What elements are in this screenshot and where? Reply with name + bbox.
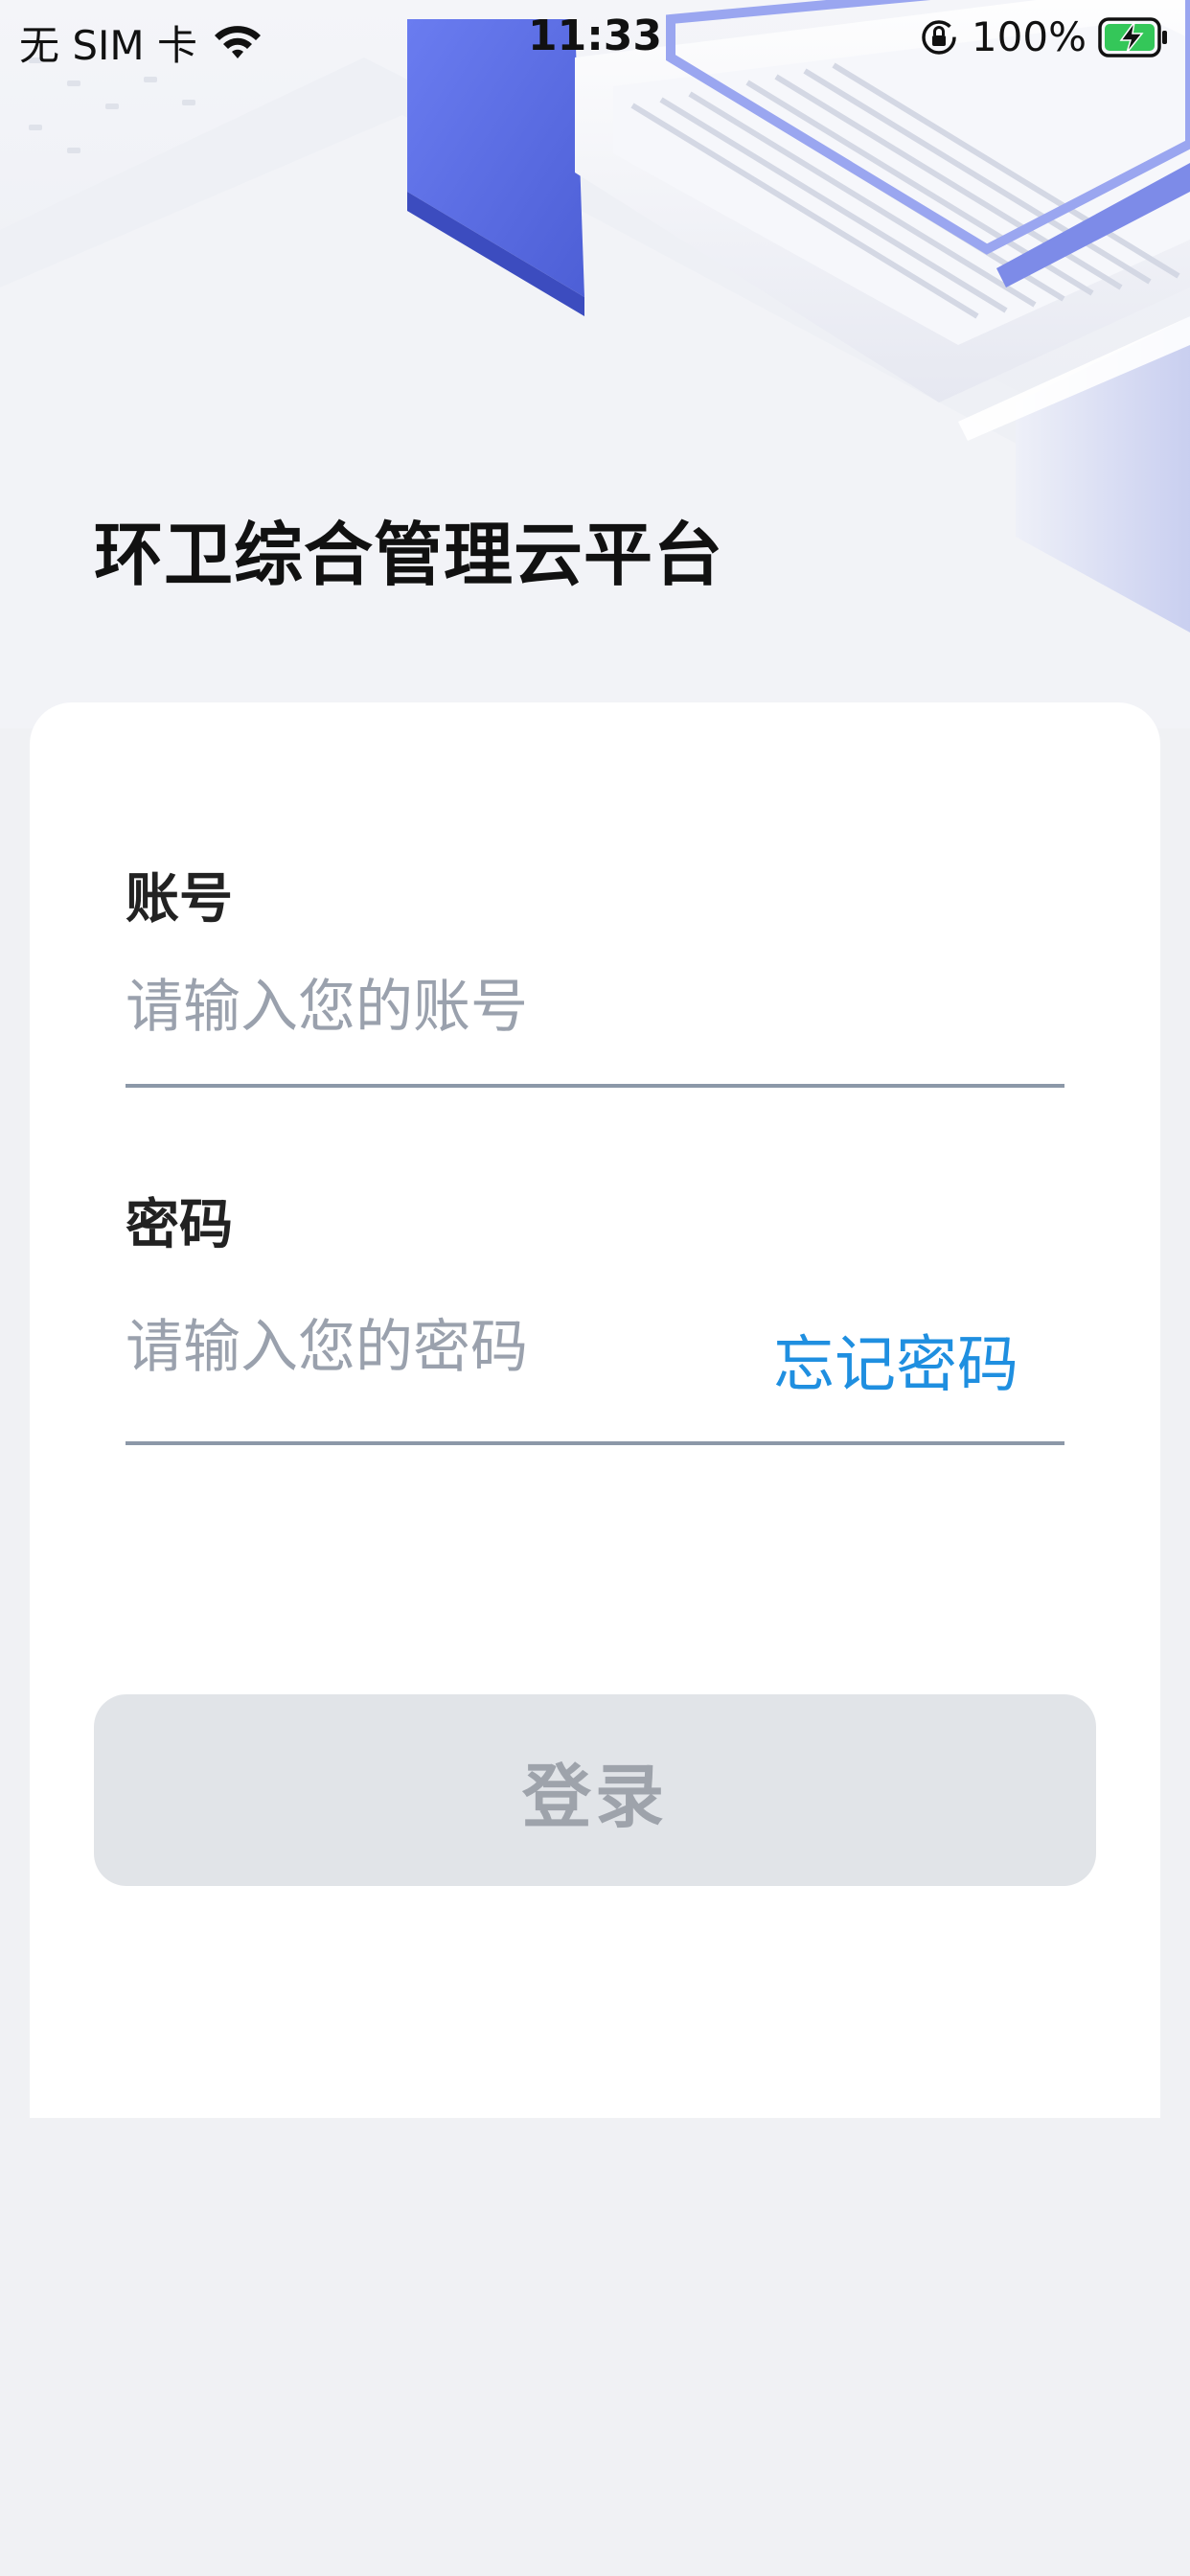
building-illustration [0,0,1190,728]
status-right: 100% [920,13,1169,60]
account-label: 账号 [126,868,233,931]
password-input[interactable] [126,1301,758,1393]
login-card: 账号 密码 忘记密码 登录 [30,702,1160,2118]
app-title: 环卫综合管理云平台 [94,515,724,595]
forgot-password-link[interactable]: 忘记密码 [773,1316,1018,1404]
battery-percent: 100% [971,13,1087,60]
password-underline [126,1441,1064,1445]
password-label: 密码 [126,1194,233,1256]
account-input[interactable] [126,961,1064,1053]
orientation-lock-icon [922,19,956,55]
login-screen: 无 SIM 卡 11:33 100% 环卫综合管理云平台 账号 请输入您的账号 … [0,0,1190,2576]
login-button[interactable]: 登录 [94,1694,1096,1886]
status-bar: 无 SIM 卡 11:33 100% [0,0,1190,80]
battery-charging-icon [1098,16,1167,58]
account-underline [126,1084,1064,1088]
header-illustration [0,0,1190,728]
